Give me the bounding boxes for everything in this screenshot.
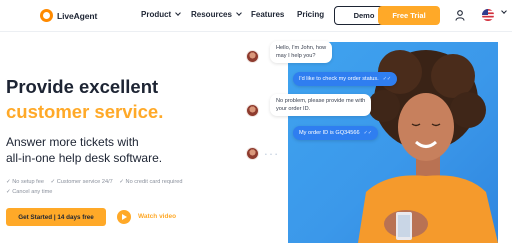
chat-text: Hello, I'm John, how bbox=[276, 45, 327, 51]
chat-bubble-customer-1: I'd like to check my order status. ✓✓ bbox=[293, 72, 398, 86]
chat-text: I'd like to check my order status. bbox=[299, 76, 379, 82]
hero-title-accent: customer service. bbox=[6, 101, 164, 122]
agent-avatar bbox=[246, 50, 259, 63]
user-icon[interactable] bbox=[455, 10, 465, 21]
hero-subtitle-line2: all-in-one help desk software. bbox=[6, 151, 163, 165]
chat-text: My order ID is GQ34566 bbox=[299, 130, 360, 136]
check-item: ✓ Customer service 24/7 bbox=[50, 179, 113, 185]
get-started-button[interactable]: Get Started | 14 days free bbox=[6, 208, 106, 226]
nav-features-label: Features bbox=[251, 10, 285, 19]
logo-text: LiveAgent bbox=[57, 10, 98, 21]
nav-resources[interactable]: Resources bbox=[191, 10, 242, 19]
chat-bubble-agent-1: Hello, I'm John, how may I help you? bbox=[270, 41, 333, 63]
free-trial-button[interactable]: Free Trial bbox=[378, 6, 440, 25]
feature-checklist: ✓ No setup fee ✓ Customer service 24/7 ✓… bbox=[6, 177, 187, 197]
nav-product[interactable]: Product bbox=[141, 10, 182, 19]
us-flag-icon[interactable] bbox=[482, 9, 494, 21]
check-item: ✓ No setup fee bbox=[6, 179, 44, 185]
chat-text: may I help you? bbox=[276, 53, 316, 59]
double-check-icon: ✓✓ bbox=[363, 130, 373, 136]
hero-title: Provide excellent bbox=[6, 76, 159, 97]
check-item: ✓ No credit card required bbox=[119, 179, 183, 185]
chevron-down-icon[interactable] bbox=[501, 8, 507, 14]
liveagent-logo-icon bbox=[40, 9, 53, 22]
hero-subtitle-line1: Answer more tickets with bbox=[6, 135, 139, 149]
nav-pricing[interactable]: Pricing bbox=[297, 10, 324, 19]
agent-avatar bbox=[246, 104, 259, 117]
nav-resources-label: Resources bbox=[191, 10, 232, 19]
chat-text: your order ID. bbox=[276, 106, 311, 112]
chevron-down-icon bbox=[175, 10, 182, 16]
nav-product-label: Product bbox=[141, 10, 172, 19]
hero-subtitle: Answer more tickets with all-in-one help… bbox=[6, 134, 162, 166]
typing-indicator: • • • bbox=[265, 152, 279, 158]
nav-pricing-label: Pricing bbox=[297, 10, 325, 19]
play-icon[interactable] bbox=[117, 210, 131, 224]
nav-features[interactable]: Features bbox=[251, 10, 284, 19]
chat-bubble-customer-2: My order ID is GQ34566 ✓✓ bbox=[293, 126, 379, 140]
logo[interactable]: LiveAgent bbox=[40, 9, 97, 22]
chat-text: No problem, please provide me with bbox=[276, 98, 366, 104]
agent-avatar bbox=[246, 147, 259, 160]
check-item: ✓ Cancel any time bbox=[6, 189, 53, 195]
chat-bubble-agent-2: No problem, please provide me with your … bbox=[270, 94, 372, 116]
top-navbar: LiveAgent Product Resources Features Pri… bbox=[0, 0, 512, 32]
watch-video-link[interactable]: Watch video bbox=[138, 213, 176, 220]
chevron-down-icon bbox=[236, 10, 242, 16]
double-check-icon: ✓✓ bbox=[382, 76, 392, 82]
